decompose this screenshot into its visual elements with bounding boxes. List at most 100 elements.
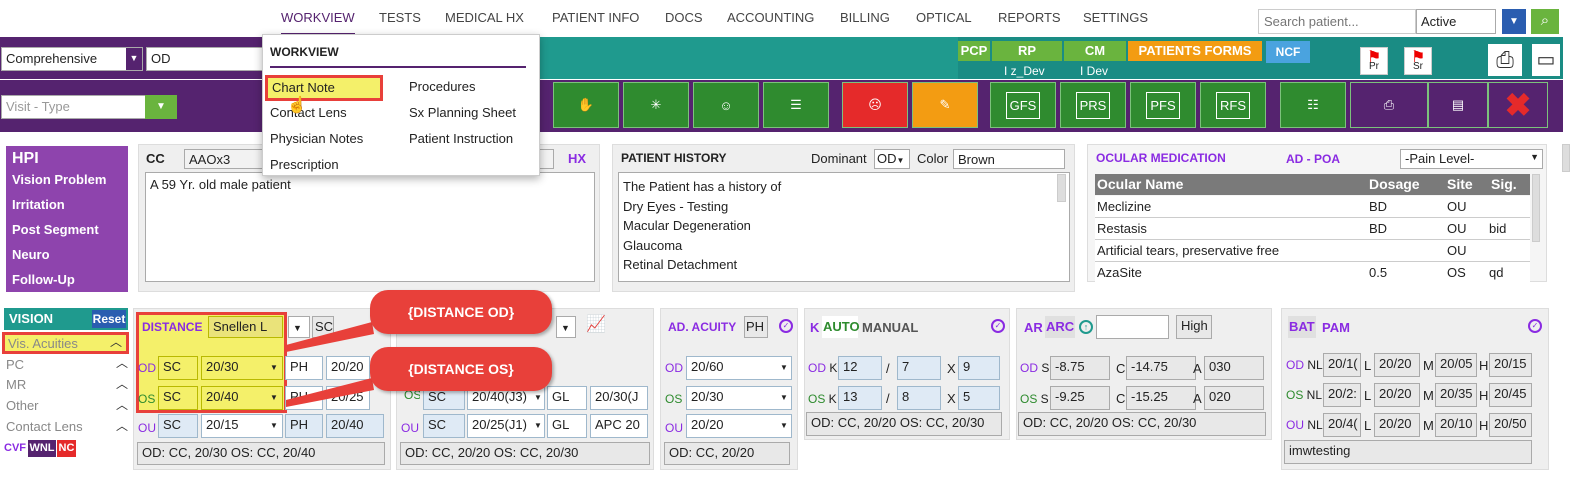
distance-ou-correction[interactable]: SC xyxy=(158,414,198,438)
distance-os-ph-acuity[interactable]: 20/25 xyxy=(326,386,370,410)
search-dropdown-button[interactable]: ▼ xyxy=(1502,9,1526,34)
ad-ph-button[interactable]: PH xyxy=(744,316,768,338)
visit-type-dropdown[interactable]: ▼ xyxy=(145,95,177,119)
chart-type-select[interactable]: Snellen L xyxy=(208,316,283,338)
history-scrollbar[interactable] xyxy=(1057,174,1066,202)
ad-poa-link[interactable]: AD - POA xyxy=(1286,152,1340,166)
exam-tool-icon[interactable]: ✋ xyxy=(553,82,619,128)
page-scrollbar[interactable] xyxy=(1562,144,1570,172)
hpi-item-vision-problem[interactable]: Vision Problem xyxy=(12,172,106,187)
nav-reports[interactable]: REPORTS xyxy=(998,10,1061,25)
bat-ou-l[interactable]: 20/20 xyxy=(1374,413,1420,437)
pc-item[interactable]: PC xyxy=(6,357,24,372)
menu-item-procedures[interactable]: Procedures xyxy=(409,79,475,94)
rfs-button[interactable]: RFS xyxy=(1200,82,1266,128)
bat-os-l[interactable]: 20/20 xyxy=(1374,383,1420,407)
nc-button[interactable]: NC xyxy=(57,440,76,457)
bat-toggle[interactable]: BAT xyxy=(1288,316,1316,338)
monitor-icon[interactable]: ▭ xyxy=(1532,44,1560,76)
hx-label[interactable]: HX xyxy=(568,151,586,166)
vis-acuities-item[interactable]: Vis. Acuities ︿ xyxy=(2,332,129,354)
ad-od-acuity[interactable]: 20/60 xyxy=(686,356,792,380)
table-row[interactable]: Artificial tears, preservative free OU xyxy=(1095,240,1530,262)
printer-icon[interactable]: ⎙ xyxy=(1488,44,1522,76)
k-summary[interactable]: OD: CC, 20/20 OS: CC, 20/30 xyxy=(806,412,1002,436)
menu-item-contact-lens[interactable]: Contact Lens xyxy=(270,105,347,120)
distance-os-ph[interactable]: PH xyxy=(285,386,323,410)
gfs-button[interactable]: GFS xyxy=(990,82,1056,128)
table-row[interactable]: Restasis BD OU bid xyxy=(1095,218,1530,240)
k-os-k2[interactable]: 8 xyxy=(897,386,941,410)
reset-button[interactable]: Reset xyxy=(92,310,126,328)
scalpel-icon[interactable]: ✎ xyxy=(912,82,978,128)
ar-os-sphere[interactable]: -9.25 xyxy=(1050,386,1110,410)
bat-os-m[interactable]: 20/35 xyxy=(1435,383,1477,407)
hpi-item-neuro[interactable]: Neuro xyxy=(12,247,50,262)
k-od-k2[interactable]: 7 xyxy=(897,356,941,380)
ad-ou-acuity[interactable]: 20/20 xyxy=(686,414,792,438)
bat-ou-nl[interactable]: 20/4( xyxy=(1323,413,1361,437)
k-od-axis[interactable]: 9 xyxy=(958,356,1000,380)
bat-ou-m[interactable]: 20/10 xyxy=(1435,413,1477,437)
hpi-item-follow-up[interactable]: Follow-Up xyxy=(12,272,75,287)
print-user-icon[interactable]: ⎙ xyxy=(1350,82,1428,128)
check-circle-icon[interactable]: ✓ xyxy=(1528,319,1542,333)
distance-od-ph-acuity[interactable]: 20/20 xyxy=(326,356,370,380)
distance-ou-ph[interactable]: PH xyxy=(285,414,323,438)
ar-od-cylinder[interactable]: -14.75 xyxy=(1126,356,1196,380)
near-os-gl[interactable]: GL xyxy=(547,386,587,410)
bat-os-h[interactable]: 20/45 xyxy=(1489,383,1532,407)
dominant-select[interactable]: OD▼ xyxy=(874,149,910,169)
high-button[interactable]: High xyxy=(1176,315,1212,339)
nav-optical[interactable]: OPTICAL xyxy=(916,10,972,25)
team-icon[interactable]: ☷ xyxy=(1280,82,1346,128)
k-od-k1[interactable]: 12 xyxy=(838,356,882,380)
distance-od-correction[interactable]: SC xyxy=(158,356,198,380)
sc-toggle[interactable]: SC xyxy=(312,316,334,338)
bat-os-nl[interactable]: 20/2: xyxy=(1323,383,1361,407)
rp-button[interactable]: RP xyxy=(992,41,1062,61)
mr-item[interactable]: MR xyxy=(6,377,26,392)
table-row[interactable]: Meclizine BD OU xyxy=(1095,196,1530,218)
arc-toggle[interactable]: ARC xyxy=(1045,316,1075,338)
bat-od-nl[interactable]: 20/1( xyxy=(1323,353,1361,377)
cvf-label[interactable]: CVF xyxy=(4,442,26,454)
other-item[interactable]: Other xyxy=(6,398,39,413)
menu-item-chart-note[interactable]: Chart Note xyxy=(265,75,383,101)
ar-os-axis[interactable]: 020 xyxy=(1204,386,1264,410)
network-icon[interactable]: ✳ xyxy=(623,82,689,128)
nav-billing[interactable]: BILLING xyxy=(840,10,890,25)
wnl-button[interactable]: WNL xyxy=(28,440,56,457)
bat-od-m[interactable]: 20/05 xyxy=(1435,353,1477,377)
ad-summary[interactable]: OD: CC, 20/20 xyxy=(664,442,790,465)
distance-ou-ph-acuity[interactable]: 20/40 xyxy=(326,414,384,438)
contact-lens-item[interactable]: Contact Lens xyxy=(6,419,83,434)
ar-os-cylinder[interactable]: -15.25 xyxy=(1126,386,1196,410)
near-ou-gl[interactable]: GL xyxy=(547,414,587,438)
nav-docs[interactable]: DOCS xyxy=(665,10,703,25)
table-row[interactable]: AzaSite 0.5 OS qd xyxy=(1095,262,1530,282)
arrow-up-circle-icon[interactable]: ↑ xyxy=(1079,320,1093,334)
graph-icon[interactable]: 📈 xyxy=(583,314,609,338)
near-ou-gl-acuity[interactable]: APC 20 xyxy=(590,414,648,438)
bat-od-h[interactable]: 20/15 xyxy=(1489,353,1532,377)
chart-type-dropdown[interactable]: ▼ xyxy=(288,316,310,338)
pfs-button[interactable]: PFS xyxy=(1130,82,1196,128)
cc-textarea[interactable]: A 59 Yr. old male patient xyxy=(145,172,595,282)
eye-color-input[interactable]: Brown xyxy=(953,149,1065,169)
pain-level-select[interactable]: -Pain Level- ▼ xyxy=(1400,149,1543,169)
prs-button[interactable]: PRS xyxy=(1060,82,1126,128)
menu-item-sx-planning-sheet[interactable]: Sx Planning Sheet xyxy=(409,105,516,120)
nav-medical-hx[interactable]: MEDICAL HX xyxy=(445,10,524,25)
nav-workview[interactable]: WORKVIEW xyxy=(281,10,355,35)
bat-od-l[interactable]: 20/20 xyxy=(1374,353,1420,377)
menu-item-prescription[interactable]: Prescription xyxy=(270,157,339,172)
bat-note[interactable]: imwtesting xyxy=(1284,440,1532,464)
flag-pr-button[interactable]: ⚑ Pr xyxy=(1360,47,1388,75)
ar-od-sphere[interactable]: -8.75 xyxy=(1050,356,1110,380)
ar-input[interactable] xyxy=(1096,315,1169,339)
near-ou-correction[interactable]: SC xyxy=(423,414,465,438)
exam-type-select[interactable]: Comprehensive ▼ xyxy=(1,47,143,71)
menu-item-physician-notes[interactable]: Physician Notes xyxy=(270,131,363,146)
flag-sr-button[interactable]: ⚑ Sr xyxy=(1404,47,1432,75)
